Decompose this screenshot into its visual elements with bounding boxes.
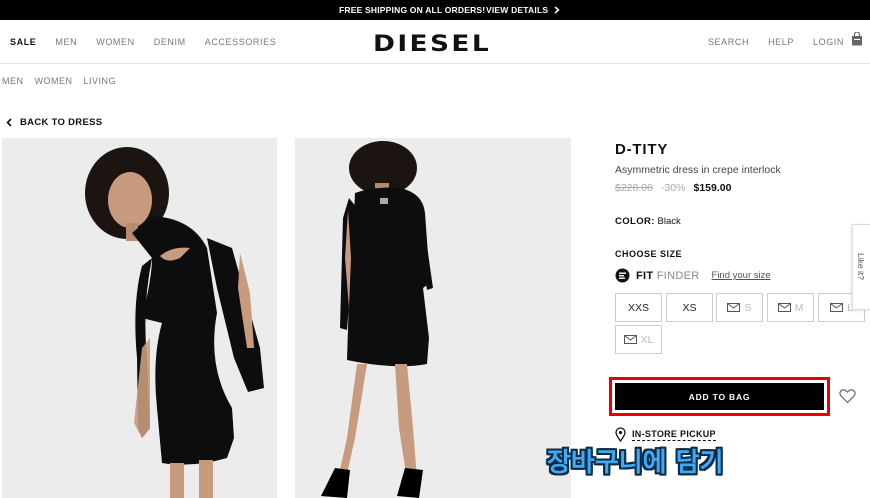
nav-men[interactable]: MEN xyxy=(55,37,77,47)
in-store-pickup-label: IN-STORE PICKUP xyxy=(632,428,716,441)
shopping-bag-icon[interactable] xyxy=(851,32,863,46)
nav-login[interactable]: LOGIN xyxy=(813,37,844,47)
model-front-illustration xyxy=(85,147,264,498)
size-label: XL xyxy=(640,333,654,346)
color-row: COLOR: Black xyxy=(615,216,681,227)
fit-finder-row: FIT FINDER Find your size xyxy=(615,268,771,283)
back-to-dress-link[interactable]: BACK TO DRESS xyxy=(6,117,102,128)
envelope-icon xyxy=(830,303,844,312)
color-value: Black xyxy=(657,216,681,227)
sub-nav: MEN WOMEN LIVING xyxy=(2,76,127,86)
subnav-women[interactable]: WOMEN xyxy=(35,76,73,86)
product-image-back[interactable] xyxy=(295,138,571,498)
chevron-left-icon xyxy=(6,118,12,127)
like-it-tab[interactable]: Like it? xyxy=(852,224,870,310)
fit-finder-logo-icon xyxy=(615,268,630,283)
size-option-xl[interactable]: XL xyxy=(615,325,662,354)
size-label: M xyxy=(794,301,804,314)
nav-help[interactable]: HELP xyxy=(768,37,794,47)
nav-women[interactable]: WOMEN xyxy=(96,37,135,47)
price-block: $228.00 -30% $159.00 xyxy=(615,182,731,194)
heart-icon[interactable] xyxy=(839,388,856,404)
envelope-icon xyxy=(727,303,741,312)
view-details-label: VIEW DETAILS xyxy=(486,5,549,15)
back-label: BACK TO DRESS xyxy=(20,117,103,128)
size-label: XS xyxy=(682,301,697,314)
size-option-xs[interactable]: XS xyxy=(666,293,713,322)
product-image-front[interactable] xyxy=(2,138,277,498)
view-details-link[interactable]: VIEW DETAILS xyxy=(486,5,560,15)
color-label: COLOR: xyxy=(615,216,655,227)
site-header: SALE MEN WOMEN DENIM ACCESSORIES DIESEL … xyxy=(0,20,870,64)
product-title: D-TITY xyxy=(615,141,669,158)
utility-nav: SEARCH HELP LOGIN xyxy=(689,37,844,47)
envelope-icon xyxy=(777,303,791,312)
like-it-label: Like it? xyxy=(856,253,866,280)
size-option-s[interactable]: S xyxy=(716,293,763,322)
nav-accessories[interactable]: ACCESSORIES xyxy=(205,37,277,47)
model-back-illustration xyxy=(321,141,433,498)
subnav-men[interactable]: MEN xyxy=(2,76,24,86)
size-label: S xyxy=(744,301,752,314)
envelope-icon xyxy=(623,335,637,344)
chevron-right-icon xyxy=(554,6,560,14)
add-to-bag-button[interactable]: ADD TO BAG xyxy=(615,383,824,410)
overlay-caption: 장바구니에 담기 xyxy=(547,448,724,478)
in-store-pickup-link[interactable]: IN-STORE PICKUP xyxy=(615,427,716,442)
size-label: XXS xyxy=(627,301,649,314)
sale-price: $159.00 xyxy=(693,182,732,194)
choose-size-heading: CHOOSE SIZE xyxy=(615,249,683,259)
size-option-xxs[interactable]: XXS xyxy=(615,293,662,322)
product-description: Asymmetric dress in crepe interlock xyxy=(615,164,781,176)
discount-badge: -30% xyxy=(660,182,686,194)
find-your-size-link[interactable]: Find your size xyxy=(712,270,771,281)
nav-sale[interactable]: SALE xyxy=(10,37,36,47)
nav-denim[interactable]: DENIM xyxy=(154,37,186,47)
add-to-bag-highlight: ADD TO BAG xyxy=(609,377,830,416)
promo-bar: FREE SHIPPING ON ALL ORDERS! VIEW DETAIL… xyxy=(0,0,870,20)
nav-search[interactable]: SEARCH xyxy=(708,37,749,47)
promo-message: FREE SHIPPING ON ALL ORDERS! xyxy=(339,5,486,15)
size-option-m[interactable]: M xyxy=(767,293,814,322)
main-nav: SALE MEN WOMEN DENIM ACCESSORIES xyxy=(10,37,295,47)
subnav-living[interactable]: LIVING xyxy=(84,76,117,86)
fit-finder-brand: FIT FINDER xyxy=(636,270,700,282)
location-pin-icon xyxy=(615,427,626,442)
fit-finder-bold: FIT xyxy=(636,269,654,282)
diesel-logo[interactable]: DIESEL xyxy=(373,32,491,57)
original-price: $228.00 xyxy=(615,182,653,194)
fit-finder-light: FINDER xyxy=(656,269,700,282)
